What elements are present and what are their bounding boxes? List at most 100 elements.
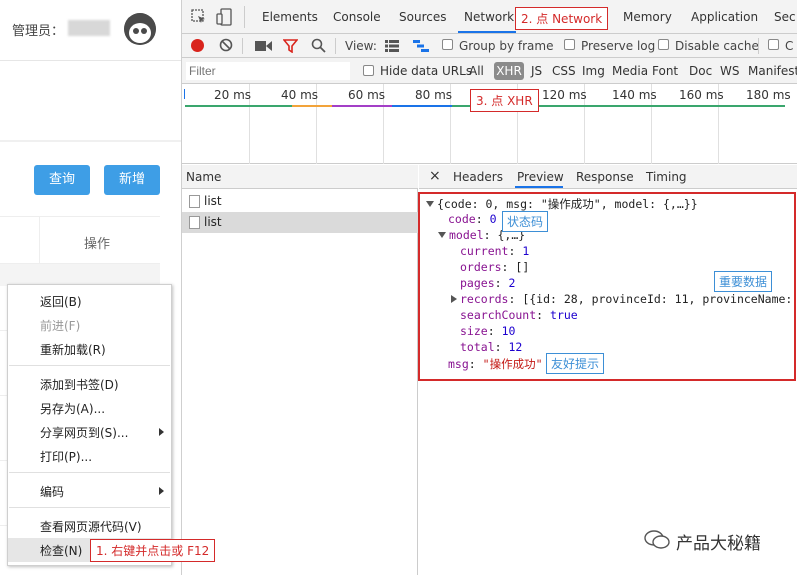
add-button[interactable]: 新增 bbox=[104, 165, 160, 195]
disable-cache-label: Disable cache bbox=[675, 39, 759, 53]
timeline-bar-orange bbox=[292, 105, 332, 107]
header-divider bbox=[0, 60, 181, 61]
table-header bbox=[0, 216, 160, 265]
menu-item-encoding[interactable]: 编码 bbox=[40, 483, 64, 500]
active-tab-indicator bbox=[458, 31, 516, 33]
menu-divider bbox=[9, 507, 170, 508]
annotation-step3: 3. 点 XHR bbox=[470, 89, 539, 112]
hide-data-urls-checkbox[interactable] bbox=[363, 65, 374, 76]
menu-item-reload[interactable]: 重新加载(R) bbox=[40, 341, 106, 358]
menu-item-back[interactable]: 返回(B) bbox=[40, 293, 82, 310]
submenu-arrow-icon bbox=[159, 428, 164, 436]
timeline-start-marker bbox=[184, 89, 185, 99]
timeline-bar-purple bbox=[332, 105, 392, 107]
section-divider bbox=[0, 140, 181, 142]
filter-icon[interactable] bbox=[283, 39, 298, 53]
offline-checkbox[interactable] bbox=[768, 39, 779, 50]
toolbar-divider bbox=[242, 38, 243, 54]
request-name: list bbox=[204, 194, 222, 208]
tab-sources[interactable]: Sources bbox=[399, 10, 446, 24]
search-icon[interactable] bbox=[311, 38, 326, 53]
tab-network[interactable]: Network bbox=[464, 10, 514, 24]
record-icon[interactable] bbox=[191, 39, 204, 52]
filter-input[interactable] bbox=[186, 62, 350, 80]
context-menu: 返回(B) 前进(F) 重新加载(R) 添加到书签(D) 另存为(A)... 分… bbox=[7, 284, 172, 566]
timeline-tick: 40 ms bbox=[281, 88, 319, 102]
filter-type-ws[interactable]: WS bbox=[720, 64, 739, 78]
query-button[interactable]: 查询 bbox=[34, 165, 90, 195]
preserve-log-label: Preserve log bbox=[581, 39, 656, 53]
tab-timing[interactable]: Timing bbox=[646, 170, 687, 184]
close-detail-icon[interactable]: × bbox=[429, 168, 441, 184]
video-camera-icon[interactable] bbox=[255, 40, 272, 52]
tab-headers[interactable]: Headers bbox=[453, 170, 503, 184]
name-header-label: Name bbox=[186, 170, 222, 184]
admin-label: 管理员： bbox=[12, 24, 65, 39]
timeline-tick: 80 ms bbox=[415, 88, 453, 102]
inspect-element-icon[interactable] bbox=[191, 9, 207, 25]
group-by-frame-checkbox[interactable] bbox=[442, 39, 453, 50]
submenu-arrow-icon bbox=[159, 487, 164, 495]
tab-security[interactable]: Sec bbox=[774, 10, 796, 24]
menu-item-forward[interactable]: 前进(F) bbox=[40, 317, 80, 334]
filter-type-css[interactable]: CSS bbox=[552, 64, 576, 78]
operation-column-header: 操作 bbox=[84, 237, 111, 252]
annotation-important-data: 重要数据 bbox=[714, 271, 773, 292]
offline-label: C bbox=[785, 39, 794, 53]
list-view-icon[interactable] bbox=[385, 40, 399, 52]
name-column-header: Name bbox=[182, 165, 418, 189]
filter-type-js[interactable]: JS bbox=[531, 64, 542, 78]
tab-memory[interactable]: Memory bbox=[623, 10, 672, 24]
filter-type-font[interactable]: Font bbox=[652, 64, 678, 78]
menu-item-view-source[interactable]: 查看网页源代码(V) bbox=[40, 518, 142, 535]
request-row[interactable]: list bbox=[182, 191, 418, 212]
annotation-step1: 1. 右键并点击或 F12 bbox=[90, 539, 216, 562]
filter-type-doc[interactable]: Doc bbox=[689, 64, 712, 78]
tab-response[interactable]: Response bbox=[576, 170, 634, 184]
filter-bar: Hide data URLs All XHR JS CSS Img Media … bbox=[182, 58, 797, 84]
admin-name-blurred bbox=[68, 20, 110, 36]
tab-application[interactable]: Application bbox=[691, 10, 758, 24]
toolbar-divider bbox=[244, 6, 245, 28]
filter-type-media[interactable]: Media bbox=[612, 64, 648, 78]
request-row-selected[interactable]: list bbox=[182, 212, 418, 233]
avatar[interactable] bbox=[124, 13, 156, 45]
menu-item-bookmark[interactable]: 添加到书签(D) bbox=[40, 376, 119, 393]
timeline-tick: 140 ms bbox=[612, 88, 657, 102]
annotation-status-code: 状态码 bbox=[502, 211, 549, 232]
menu-item-save-as[interactable]: 另存为(A)... bbox=[40, 400, 105, 417]
menu-divider bbox=[9, 365, 170, 366]
menu-item-share[interactable]: 分享网页到(S)... bbox=[40, 424, 128, 441]
menu-divider bbox=[9, 472, 170, 473]
annotation-step2: 2. 点 Network bbox=[515, 7, 609, 30]
toolbar-divider bbox=[335, 38, 336, 54]
filter-type-all[interactable]: All bbox=[469, 64, 484, 78]
view-label: View: bbox=[345, 39, 377, 53]
table-row[interactable] bbox=[0, 264, 160, 286]
timeline-bar-blue bbox=[392, 105, 452, 107]
devtools-tab-bar: Elements Console Sources Network Memory … bbox=[182, 0, 797, 34]
tab-console[interactable]: Console bbox=[333, 10, 381, 24]
watermark-text: 产品大秘籍 bbox=[676, 534, 761, 554]
filter-type-img[interactable]: Img bbox=[582, 64, 605, 78]
timeline-tick: 120 ms bbox=[542, 88, 587, 102]
request-name: list bbox=[204, 215, 222, 229]
clear-icon[interactable] bbox=[219, 38, 233, 52]
tab-preview[interactable]: Preview bbox=[517, 170, 564, 184]
toolbar-divider bbox=[758, 38, 759, 54]
filter-type-manifest[interactable]: Manifest bbox=[748, 64, 797, 78]
menu-item-print[interactable]: 打印(P)... bbox=[40, 448, 92, 465]
tab-elements[interactable]: Elements bbox=[262, 10, 318, 24]
active-tab-indicator bbox=[515, 186, 563, 188]
preserve-log-checkbox[interactable] bbox=[564, 39, 575, 50]
device-toolbar-icon[interactable] bbox=[216, 8, 232, 26]
timeline-tick: 160 ms bbox=[679, 88, 724, 102]
timeline-tick: 60 ms bbox=[348, 88, 386, 102]
waterfall-view-icon[interactable] bbox=[413, 40, 429, 52]
annotation-friendly-tip: 友好提示 bbox=[546, 353, 605, 374]
disable-cache-checkbox[interactable] bbox=[658, 39, 669, 50]
menu-item-inspect[interactable]: 检查(N) bbox=[40, 542, 82, 559]
filter-type-xhr[interactable]: XHR bbox=[494, 62, 524, 80]
wechat-icon bbox=[644, 530, 670, 549]
file-icon bbox=[189, 195, 200, 208]
